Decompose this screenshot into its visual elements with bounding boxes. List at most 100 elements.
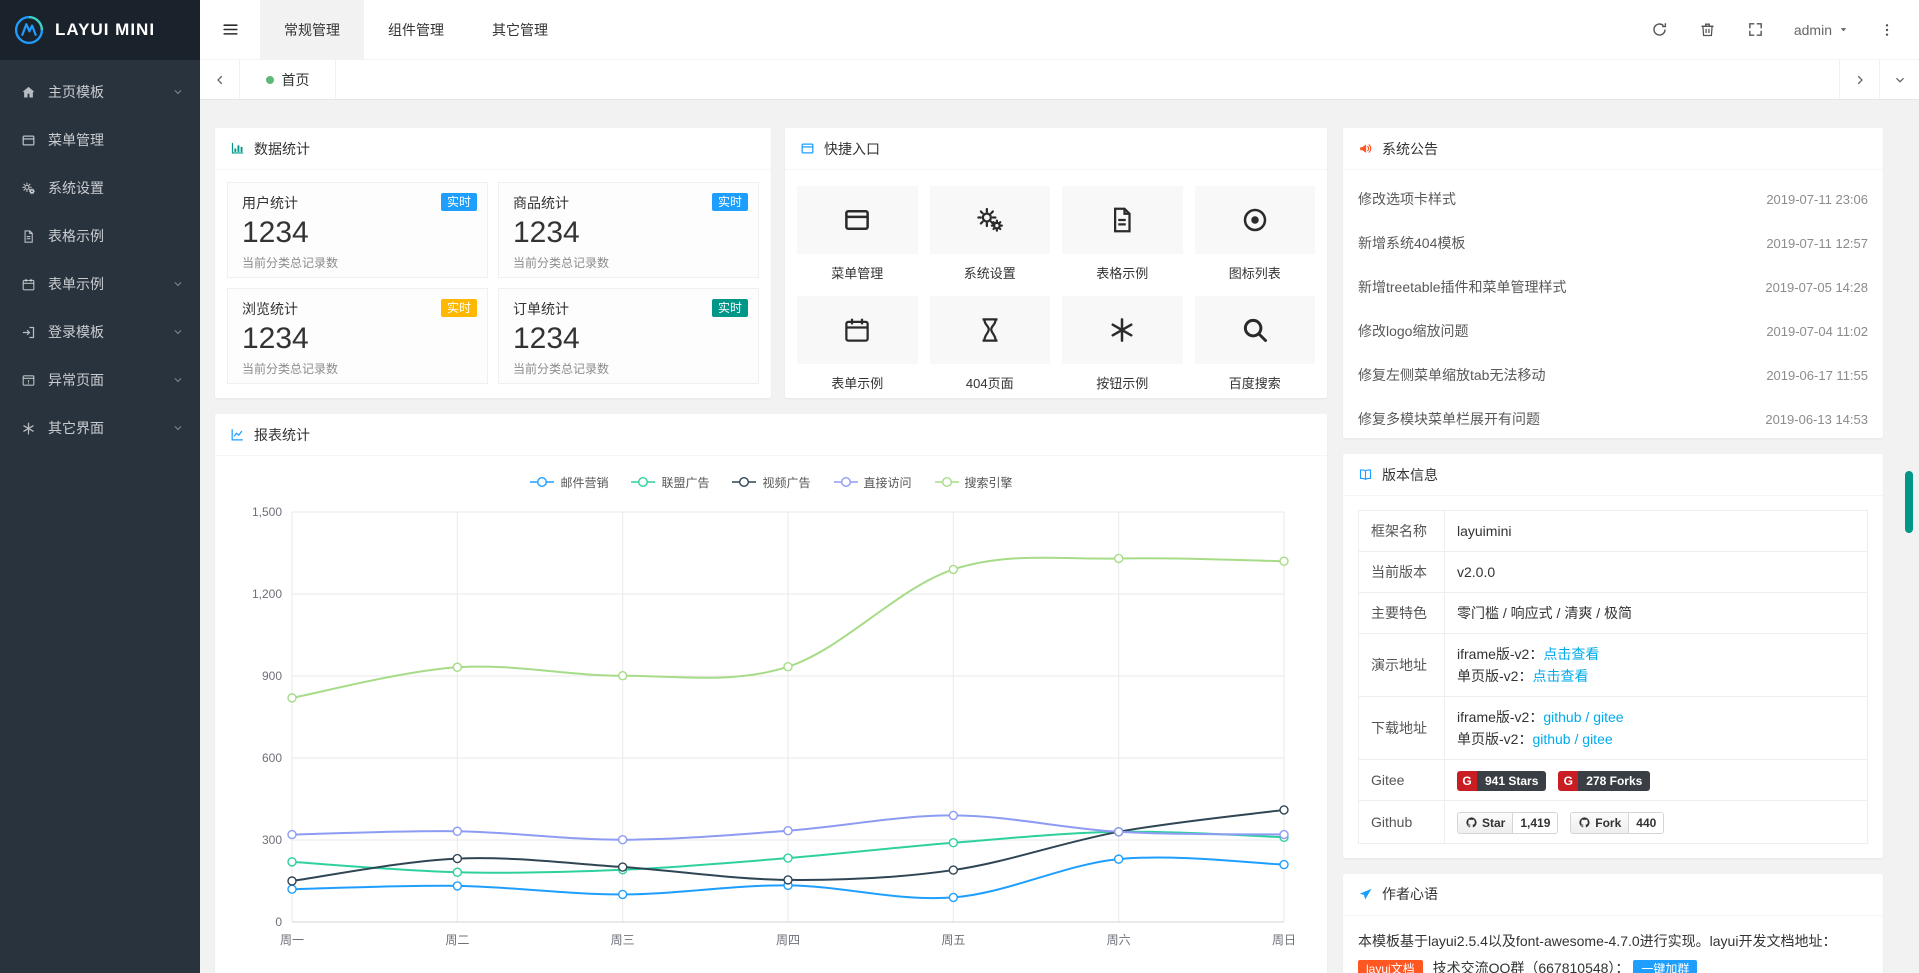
- report-chart: 03006009001,2001,500周一周二周三周四周五周六周日: [230, 490, 1310, 960]
- sidebar-item-label: 菜单管理: [48, 130, 184, 150]
- table-row: 演示地址 iframe版-v2：点击查看 单页版-v2：点击查看: [1359, 634, 1868, 697]
- table-row: 框架名称 layuimini: [1359, 511, 1868, 552]
- svg-text:1,200: 1,200: [252, 587, 282, 601]
- scrollbar[interactable]: [1904, 100, 1914, 973]
- github-octocat-icon: [1578, 816, 1591, 829]
- header-nav-other[interactable]: 其它管理: [468, 0, 572, 60]
- chevron-down-icon: [172, 326, 184, 338]
- tab-scroll-right-button[interactable]: [1839, 60, 1879, 99]
- quick-entry-form[interactable]: 表单示例: [797, 296, 918, 392]
- refresh-button[interactable]: [1636, 0, 1684, 60]
- quick-entry-baidu-search[interactable]: 百度搜索: [1195, 296, 1316, 392]
- scrollbar-thumb[interactable]: [1905, 471, 1913, 533]
- sidebar-item-other[interactable]: 其它界面: [0, 404, 200, 452]
- github-link[interactable]: github: [1543, 709, 1581, 725]
- app-logo[interactable]: LAYUI MINI: [0, 0, 200, 60]
- sidebar-item-login[interactable]: 登录模板: [0, 308, 200, 356]
- legend-item[interactable]: 联盟广告: [630, 474, 709, 490]
- layui-doc-badge[interactable]: layui文档: [1358, 960, 1423, 973]
- header-nav-general[interactable]: 常规管理: [260, 0, 364, 60]
- join-qq-group-badge[interactable]: 一键加群: [1633, 960, 1697, 973]
- author-line2: 技术交流QQ群（667810548）：: [1433, 960, 1630, 973]
- report-body: 邮件营销联盟广告视频广告直接访问搜索引擎 03006009001,2001,50…: [215, 456, 1327, 963]
- legend-item[interactable]: 视频广告: [731, 474, 810, 490]
- quick-entry-label: 系统设置: [930, 263, 1051, 282]
- quick-entry-label: 图标列表: [1195, 263, 1316, 282]
- stat-label: 订单统计: [513, 299, 744, 319]
- sidebar-item-label: 系统设置: [48, 178, 184, 198]
- link-separator: /: [1571, 731, 1583, 747]
- demo-iframe-link[interactable]: 点击查看: [1543, 646, 1599, 662]
- card-header: 作者心语: [1343, 874, 1883, 916]
- more-vertical-icon: [1879, 22, 1895, 38]
- stat-desc: 当前分类总记录数: [513, 360, 744, 377]
- announcement-text: 新增系统404模板: [1358, 233, 1465, 253]
- gitee-link[interactable]: gitee: [1593, 709, 1623, 725]
- card-header: 系统公告: [1343, 128, 1883, 170]
- sidebar-item-error[interactable]: 异常页面: [0, 356, 200, 404]
- quick-entry-label: 菜单管理: [797, 263, 918, 282]
- sidebar-item-table[interactable]: 表格示例: [0, 212, 200, 260]
- hamburger-icon: [221, 20, 240, 39]
- snowflake-icon: [1107, 315, 1137, 345]
- author-line1: 本模板基于layui2.5.4以及font-awesome-4.7.0进行实现。…: [1358, 933, 1836, 949]
- sidebar-item-home[interactable]: 主页模板: [0, 68, 200, 116]
- version-row-label: 当前版本: [1359, 552, 1445, 593]
- book-icon: [1358, 467, 1373, 482]
- quick-entry-icons[interactable]: 图标列表: [1195, 186, 1316, 282]
- gitee-link[interactable]: gitee: [1582, 731, 1612, 747]
- cogs-icon: [975, 205, 1005, 235]
- gitee-forks-badge[interactable]: G278 Forks: [1558, 771, 1650, 791]
- quick-entry-table[interactable]: 表格示例: [1062, 186, 1183, 282]
- warning-window-icon: [21, 373, 36, 388]
- hourglass-icon: [975, 315, 1005, 345]
- quick-entry-404[interactable]: 404页面: [930, 296, 1051, 392]
- tab-scroll-left-button[interactable]: [200, 60, 240, 99]
- table-row: 下载地址 iframe版-v2：github / gitee 单页版-v2：gi…: [1359, 697, 1868, 760]
- calendar-icon: [21, 277, 36, 292]
- quick-entry-buttons[interactable]: 按钮示例: [1062, 296, 1183, 392]
- sidebar-toggle-button[interactable]: [200, 0, 260, 60]
- more-menu-button[interactable]: [1863, 0, 1911, 60]
- svg-text:周二: 周二: [445, 933, 469, 947]
- clear-cache-button[interactable]: [1684, 0, 1732, 60]
- card-title: 版本信息: [1382, 465, 1438, 485]
- announcement-item: 新增系统404模板 2019-07-11 12:57: [1358, 221, 1868, 265]
- legend-item[interactable]: 直接访问: [833, 474, 912, 490]
- table-row: 主要特色 零门槛 / 响应式 / 清爽 / 极简: [1359, 593, 1868, 634]
- gitee-logo: G: [1558, 771, 1578, 791]
- quick-entry-card: 快捷入口 菜单管理 系统设置 表格示例: [785, 128, 1327, 398]
- github-fork-count: 440: [1629, 813, 1663, 833]
- sidebar-item-settings[interactable]: 系统设置: [0, 164, 200, 212]
- window-icon: [800, 141, 815, 156]
- fullscreen-button[interactable]: [1732, 0, 1780, 60]
- legend-item[interactable]: 搜索引擎: [934, 474, 1013, 490]
- tab-operations-button[interactable]: [1879, 60, 1919, 99]
- sidebar-item-form[interactable]: 表单示例: [0, 260, 200, 308]
- announcement-date: 2019-07-11 23:06: [1766, 192, 1868, 207]
- line-chart-icon: [230, 427, 245, 442]
- download-links: iframe版-v2：github / gitee 单页版-v2：github …: [1445, 697, 1868, 760]
- github-star-label: Star: [1482, 812, 1505, 834]
- github-star-badge[interactable]: Star1,419: [1457, 812, 1558, 834]
- chevron-down-icon: [172, 374, 184, 386]
- quick-entry-menu[interactable]: 菜单管理: [797, 186, 918, 282]
- legend-label: 搜索引擎: [965, 474, 1013, 491]
- stats-grid: 用户统计 1234 当前分类总记录数 实时 商品统计 1234 当前分类总记录数…: [215, 170, 771, 396]
- card-title: 数据统计: [254, 139, 310, 159]
- chevron-left-icon: [213, 73, 227, 87]
- gitee-stars-badge[interactable]: G941 Stars: [1457, 771, 1546, 791]
- svg-text:周三: 周三: [611, 933, 635, 947]
- github-link[interactable]: github: [1532, 731, 1570, 747]
- quick-entry-settings[interactable]: 系统设置: [930, 186, 1051, 282]
- github-fork-badge[interactable]: Fork440: [1570, 812, 1664, 834]
- legend-item[interactable]: 邮件营销: [529, 474, 608, 490]
- announcement-text: 修复多模块菜单栏展开有问题: [1358, 409, 1540, 429]
- demo-spa-link[interactable]: 点击查看: [1532, 668, 1588, 684]
- tab-home[interactable]: 首页: [240, 60, 336, 99]
- header-nav-components[interactable]: 组件管理: [364, 0, 468, 60]
- user-menu[interactable]: admin: [1780, 0, 1863, 60]
- version-row-label: 主要特色: [1359, 593, 1445, 634]
- sidebar-item-label: 其它界面: [48, 418, 172, 438]
- sidebar-item-menu[interactable]: 菜单管理: [0, 116, 200, 164]
